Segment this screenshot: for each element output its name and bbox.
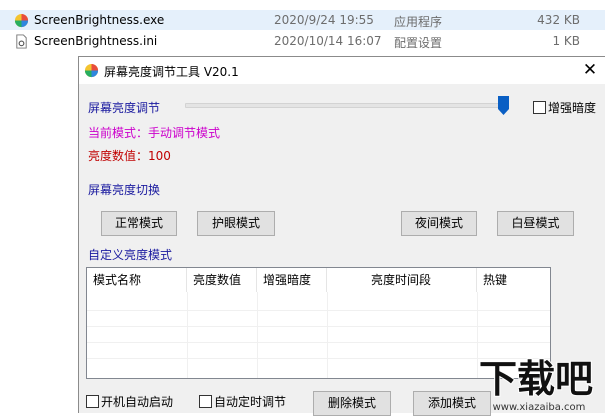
file-date: 2020/10/14 16:07 <box>274 34 382 48</box>
col-hotkey[interactable]: 热键 <box>477 268 550 292</box>
daylight-mode-button[interactable]: 白昼模式 <box>497 211 574 236</box>
current-mode-text: 当前模式：手动调节模式 <box>88 126 221 140</box>
custom-section-label: 自定义亮度模式 <box>88 248 173 262</box>
app-colorwheel-icon <box>14 13 29 28</box>
file-row-ini[interactable]: ScreenBrightness.ini 2020/10/14 16:07 配置… <box>0 31 605 51</box>
brightness-value-text: 亮度数值：100 <box>88 149 171 163</box>
table-col-line <box>257 292 258 378</box>
brightness-slider-thumb[interactable] <box>497 96 509 115</box>
window-title: 屏幕亮度调节工具 V20.1 <box>104 65 239 79</box>
title-bar[interactable]: 屏幕亮度调节工具 V20.1 ✕ <box>79 57 605 84</box>
night-mode-button[interactable]: 夜间模式 <box>401 211 477 236</box>
file-name: ScreenBrightness.ini <box>34 34 158 48</box>
delete-mode-button[interactable]: 删除模式 <box>313 391 391 416</box>
file-size: 432 KB <box>537 13 580 27</box>
autostart-label: 开机自动启动 <box>101 395 174 409</box>
watermark-text: 下载吧 <box>479 357 593 401</box>
col-enhance-dark[interactable]: 增强暗度 <box>257 268 327 292</box>
config-file-icon <box>16 34 27 49</box>
switch-section-label: 屏幕亮度切换 <box>88 183 161 197</box>
watermark-logo: 下载吧 www.xiazaiba.com <box>478 356 594 413</box>
file-row-exe[interactable]: ScreenBrightness.exe 2020/9/24 19:55 应用程… <box>0 10 605 30</box>
eye-care-mode-button[interactable]: 护眼模式 <box>197 211 275 236</box>
table-col-line <box>327 292 328 378</box>
file-explorer-list: ScreenBrightness.exe 2020/9/24 19:55 应用程… <box>0 0 605 60</box>
table-row-line <box>87 326 550 327</box>
file-size: 1 KB <box>552 34 580 48</box>
file-type: 应用程序 <box>394 15 443 29</box>
col-time-period[interactable]: 亮度时间段 <box>327 268 477 292</box>
brightness-label: 屏幕亮度调节 <box>88 101 161 115</box>
table-row-line <box>87 342 550 343</box>
col-mode-name[interactable]: 模式名称 <box>87 268 187 292</box>
file-date: 2020/9/24 19:55 <box>274 13 374 27</box>
col-brightness-value[interactable]: 亮度数值 <box>187 268 257 292</box>
app-colorwheel-icon <box>84 63 99 78</box>
auto-timer-label: 自动定时调节 <box>214 395 287 409</box>
normal-mode-button[interactable]: 正常模式 <box>101 211 177 236</box>
auto-timer-checkbox[interactable] <box>199 395 212 408</box>
table-row-line <box>87 310 550 311</box>
site-watermark: 下载吧 www.xiazaiba.com <box>467 350 605 413</box>
autostart-checkbox[interactable] <box>86 395 99 408</box>
close-button[interactable]: ✕ <box>575 57 605 84</box>
table-header: 模式名称 亮度数值 增强暗度 亮度时间段 热键 <box>87 268 550 292</box>
brightness-slider-track[interactable] <box>185 103 507 108</box>
file-type: 配置设置 <box>394 36 443 50</box>
enhance-dark-checkbox[interactable] <box>533 101 546 114</box>
watermark-url: www.xiazaiba.com <box>493 402 586 413</box>
table-col-line <box>187 292 188 378</box>
file-name: ScreenBrightness.exe <box>34 13 165 27</box>
enhance-dark-label: 增强暗度 <box>548 101 597 115</box>
close-icon: ✕ <box>582 60 598 80</box>
